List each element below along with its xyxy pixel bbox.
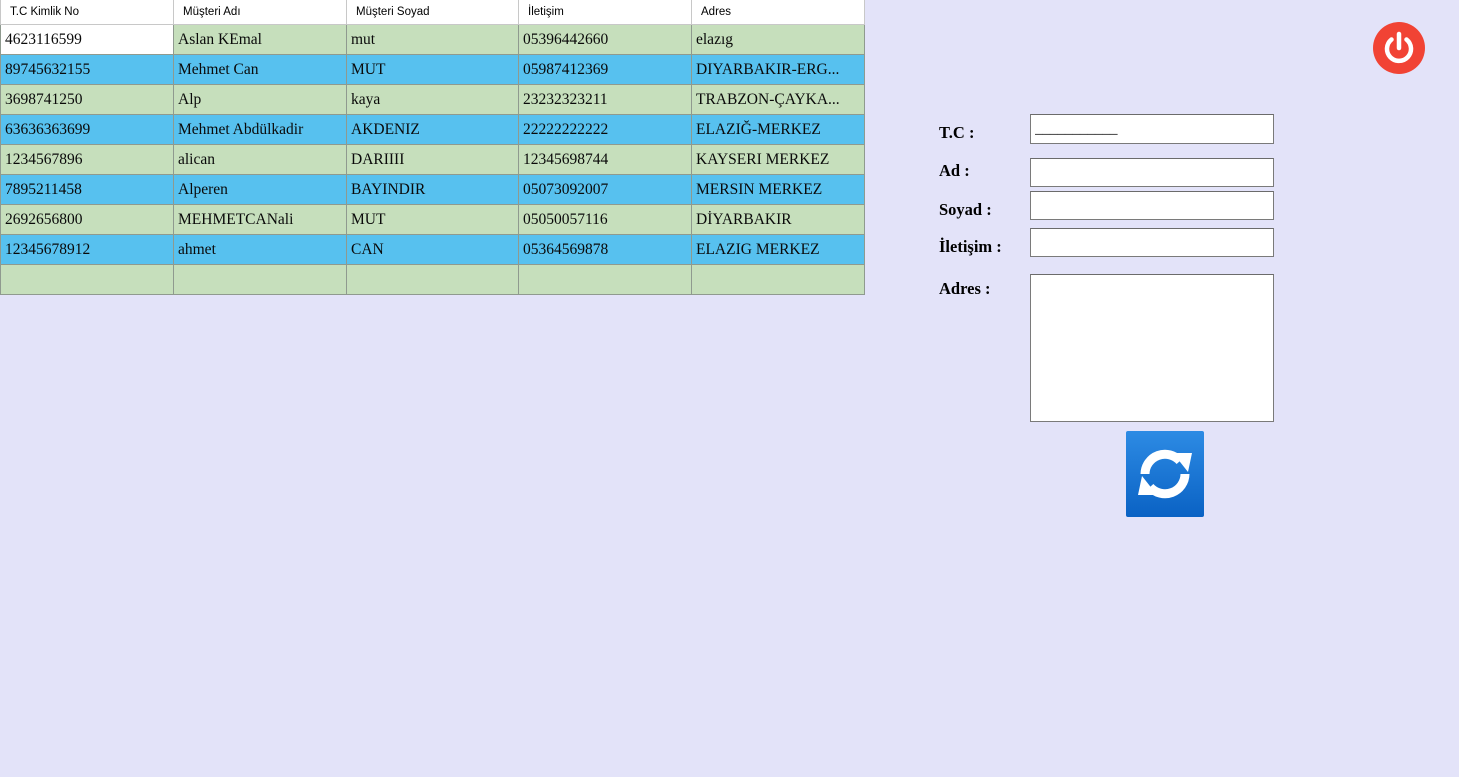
cell-tc[interactable]: [0, 264, 174, 295]
grid-header: T.C Kimlik No Müşteri Adı Müşteri Soyad …: [0, 0, 865, 25]
ad-input[interactable]: [1030, 158, 1274, 187]
cell-soyad[interactable]: CAN: [346, 234, 519, 265]
table-row[interactable]: 3698741250 Alp kaya 23232323211 TRABZON-ÇAYK…: [0, 84, 865, 115]
new-row[interactable]: [0, 264, 865, 295]
cell-adres[interactable]: [691, 264, 865, 295]
cell-soyad[interactable]: kaya: [346, 84, 519, 115]
cell-soyad[interactable]: MUT: [346, 54, 519, 85]
column-header-tc[interactable]: T.C Kimlik No: [0, 0, 174, 25]
column-header-ad[interactable]: Müşteri Adı: [173, 0, 347, 25]
cell-tc[interactable]: 1234567896: [0, 144, 174, 175]
table-row[interactable]: 63636363699 Mehmet Abdülkadir AKDENIZ 22222…: [0, 114, 865, 145]
refresh-icon: [1138, 449, 1192, 499]
cell-soyad[interactable]: mut: [346, 24, 519, 55]
table-row[interactable]: 7895211458 Alperen BAYINDIR 05073092007 MERS…: [0, 174, 865, 205]
grid-header-row: T.C Kimlik No Müşteri Adı Müşteri Soyad …: [0, 0, 865, 25]
cell-tc[interactable]: 2692656800: [0, 204, 174, 235]
cell-adres[interactable]: TRABZON-ÇAYKA...: [691, 84, 865, 115]
cell-tc[interactable]: 12345678912: [0, 234, 174, 265]
table-row[interactable]: 1234567896 alican DARIIII 12345698744 KAYSER…: [0, 144, 865, 175]
cell-ad[interactable]: Alperen: [173, 174, 347, 205]
cell-iletisim[interactable]: 22222222222: [518, 114, 692, 145]
cell-adres[interactable]: KAYSERI MERKEZ: [691, 144, 865, 175]
cell-ad[interactable]: Aslan KEmal: [173, 24, 347, 55]
iletisim-input[interactable]: [1030, 228, 1274, 257]
tc-label: T.C :: [939, 123, 975, 142]
customer-grid[interactable]: T.C Kimlik No Müşteri Adı Müşteri Soyad …: [0, 0, 865, 295]
cell-tc[interactable]: 3698741250: [0, 84, 174, 115]
cell-iletisim[interactable]: [518, 264, 692, 295]
column-header-iletisim[interactable]: İletişim: [518, 0, 692, 25]
cell-soyad[interactable]: [346, 264, 519, 295]
soyad-label: Soyad :: [939, 200, 992, 219]
iletisim-label: İletişim :: [939, 237, 1002, 256]
cell-adres[interactable]: ELAZIG MERKEZ: [691, 234, 865, 265]
tc-input[interactable]: [1030, 114, 1274, 144]
cell-soyad[interactable]: BAYINDIR: [346, 174, 519, 205]
cell-tc[interactable]: 63636363699: [0, 114, 174, 145]
cell-adres[interactable]: DIYARBAKIR-ERG...: [691, 54, 865, 85]
cell-iletisim[interactable]: 05073092007: [518, 174, 692, 205]
exit-button[interactable]: [1373, 22, 1425, 74]
table-row[interactable]: 2692656800 MEHMETCANali MUT 05050057116 DİYA…: [0, 204, 865, 235]
cell-ad[interactable]: MEHMETCANali: [173, 204, 347, 235]
cell-iletisim[interactable]: 05396442660: [518, 24, 692, 55]
cell-tc[interactable]: 89745632155: [0, 54, 174, 85]
cell-adres[interactable]: elazıg: [691, 24, 865, 55]
cell-ad[interactable]: alican: [173, 144, 347, 175]
cell-adres[interactable]: DİYARBAKIR: [691, 204, 865, 235]
cell-iletisim[interactable]: 05050057116: [518, 204, 692, 235]
cell-soyad[interactable]: AKDENIZ: [346, 114, 519, 145]
power-icon: [1384, 31, 1414, 64]
soyad-input[interactable]: [1030, 191, 1274, 220]
update-button[interactable]: [1126, 431, 1204, 517]
cell-tc[interactable]: 7895211458: [0, 174, 174, 205]
cell-adres[interactable]: MERSIN MERKEZ: [691, 174, 865, 205]
cell-iletisim[interactable]: 05987412369: [518, 54, 692, 85]
ad-label: Ad :: [939, 161, 970, 180]
cell-ad[interactable]: Alp: [173, 84, 347, 115]
table-row[interactable]: 12345678912 ahmet CAN 05364569878 ELAZIG MER…: [0, 234, 865, 265]
table-row[interactable]: 4623116599 Aslan KEmal mut 05396442660 elazı…: [0, 24, 865, 55]
adres-label: Adres :: [939, 279, 991, 298]
cell-ad[interactable]: Mehmet Can: [173, 54, 347, 85]
cell-ad[interactable]: [173, 264, 347, 295]
cell-iletisim[interactable]: 23232323211: [518, 84, 692, 115]
cell-ad[interactable]: Mehmet Abdülkadir: [173, 114, 347, 145]
cell-soyad[interactable]: DARIIII: [346, 144, 519, 175]
cell-adres[interactable]: ELAZIĞ-MERKEZ: [691, 114, 865, 145]
table-row[interactable]: 89745632155 Mehmet Can MUT 05987412369 DIYAR…: [0, 54, 865, 85]
column-header-adres[interactable]: Adres: [691, 0, 865, 25]
column-header-soyad[interactable]: Müşteri Soyad: [346, 0, 519, 25]
cell-iletisim[interactable]: 12345698744: [518, 144, 692, 175]
cell-tc[interactable]: 4623116599: [0, 24, 174, 55]
adres-textarea[interactable]: [1030, 274, 1274, 422]
cell-ad[interactable]: ahmet: [173, 234, 347, 265]
grid-body: 4623116599 Aslan KEmal mut 05396442660 elazı…: [0, 24, 865, 295]
cell-soyad[interactable]: MUT: [346, 204, 519, 235]
cell-iletisim[interactable]: 05364569878: [518, 234, 692, 265]
